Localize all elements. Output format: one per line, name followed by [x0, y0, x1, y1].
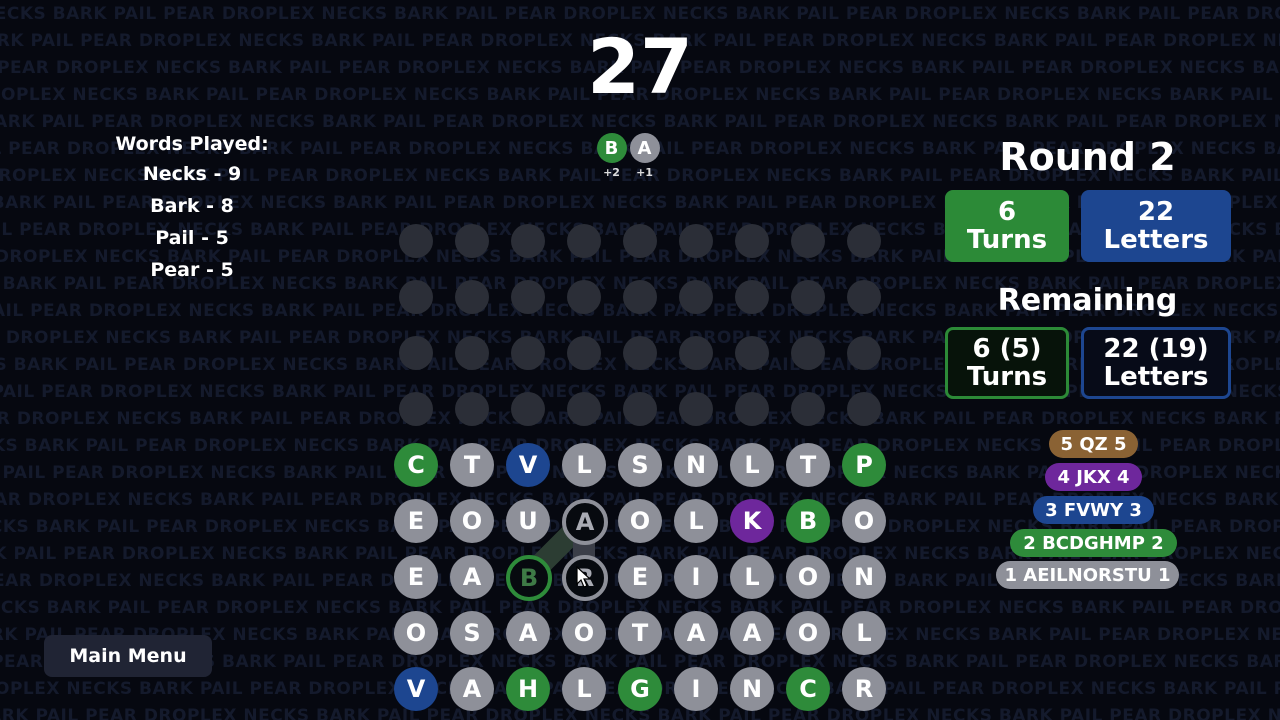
played-word: Bark - 8 [150, 195, 234, 217]
round-letters-label: Letters [1103, 225, 1209, 255]
letter-tile[interactable]: A [506, 611, 550, 655]
remaining-turns-label: Turns [966, 362, 1048, 392]
letter-value-pill: 5 QZ 5 [1049, 430, 1138, 458]
round-turns-value: 6 [997, 197, 1017, 227]
remaining-letters-box: 22 (19) Letters [1081, 327, 1231, 399]
score-display: 27 [587, 22, 693, 111]
letter-tile[interactable]: O [394, 611, 438, 655]
letter-tile[interactable]: S [450, 611, 494, 655]
letter-tile[interactable]: P [842, 443, 886, 487]
letter-tile[interactable]: E [618, 555, 662, 599]
letter-tile[interactable]: O [842, 499, 886, 543]
letter-tile[interactable]: L [674, 499, 718, 543]
letter-value-pill: 3 FVWY 3 [1033, 496, 1154, 524]
letter-tile[interactable]: A [562, 499, 608, 545]
letter-tile[interactable]: L [562, 443, 606, 487]
letter-tile[interactable]: S [618, 443, 662, 487]
letter-tile[interactable]: A [450, 555, 494, 599]
letter-tile[interactable]: K [730, 499, 774, 543]
letter-tile[interactable]: O [562, 611, 606, 655]
mouse-cursor-icon [576, 566, 592, 588]
letter-tile[interactable]: O [618, 499, 662, 543]
letter-value-pill: 2 BCDGHMP 2 [1010, 529, 1177, 557]
round-turns-box: 6 Turns [945, 190, 1069, 262]
letter-tile[interactable]: I [674, 555, 718, 599]
letter-tile[interactable]: V [394, 667, 438, 711]
letter-tile[interactable]: L [842, 611, 886, 655]
played-word: Necks - 9 [142, 163, 242, 185]
letter-tile[interactable]: U [506, 499, 550, 543]
letter-tile[interactable]: O [450, 499, 494, 543]
letter-tile[interactable]: O [786, 555, 830, 599]
remaining-turns-value: 6 (5) [972, 334, 1042, 364]
letter-tile[interactable]: N [730, 667, 774, 711]
played-word: Pear - 5 [150, 259, 234, 281]
letter-tile[interactable]: B [506, 555, 552, 601]
round-title: Round 2 [999, 135, 1176, 179]
letter-tile[interactable]: R [842, 667, 886, 711]
letter-tile[interactable]: T [450, 443, 494, 487]
letter-value-pill: 1 AEILNORSTU 1 [996, 561, 1179, 589]
letter-tile[interactable]: E [394, 555, 438, 599]
pending-letter-points: +1 [636, 166, 653, 179]
round-letters-value: 22 [1137, 197, 1175, 227]
letter-tile[interactable]: C [786, 667, 830, 711]
letter-tile[interactable]: T [618, 611, 662, 655]
remaining-title: Remaining [997, 283, 1178, 318]
pending-letter: A +1 [629, 133, 660, 179]
letter-tile[interactable]: L [730, 443, 774, 487]
main-menu-button[interactable]: Main Menu [44, 635, 212, 677]
round-letters-box: 22 Letters [1081, 190, 1231, 262]
round-turns-label: Turns [966, 225, 1048, 255]
pending-letter-tile: A [629, 133, 660, 163]
letter-tile[interactable]: A [674, 611, 718, 655]
letter-tile[interactable]: C [394, 443, 438, 487]
letter-tile[interactable]: E [394, 499, 438, 543]
letter-tile[interactable]: L [730, 555, 774, 599]
words-played-heading: Words Played: [115, 133, 269, 155]
letter-tile[interactable]: L [562, 667, 606, 711]
letter-tile[interactable]: N [842, 555, 886, 599]
played-word: Pail - 5 [155, 227, 229, 249]
remaining-letters-label: Letters [1103, 362, 1209, 392]
remaining-turns-box: 6 (5) Turns [945, 327, 1069, 399]
letter-tile[interactable]: G [618, 667, 662, 711]
letter-tile[interactable]: A [450, 667, 494, 711]
letter-tile[interactable]: V [506, 443, 550, 487]
pending-letter-points: +2 [603, 166, 620, 179]
letter-tile[interactable]: A [730, 611, 774, 655]
letter-tile[interactable]: H [506, 667, 550, 711]
letter-value-pill: 4 JKX 4 [1045, 463, 1142, 491]
pending-word: B +2 A +1 [596, 133, 660, 179]
letter-tile[interactable]: I [674, 667, 718, 711]
remaining-letters-value: 22 (19) [1103, 334, 1209, 364]
letter-tile[interactable]: O [786, 611, 830, 655]
pending-letter-tile: B [596, 133, 627, 163]
pending-letter: B +2 [596, 133, 627, 179]
letter-tile[interactable]: N [674, 443, 718, 487]
letter-tile[interactable]: T [786, 443, 830, 487]
words-played-panel: Words Played: Necks - 9 Bark - 8 Pail - … [92, 130, 292, 286]
letter-tile[interactable]: B [786, 499, 830, 543]
